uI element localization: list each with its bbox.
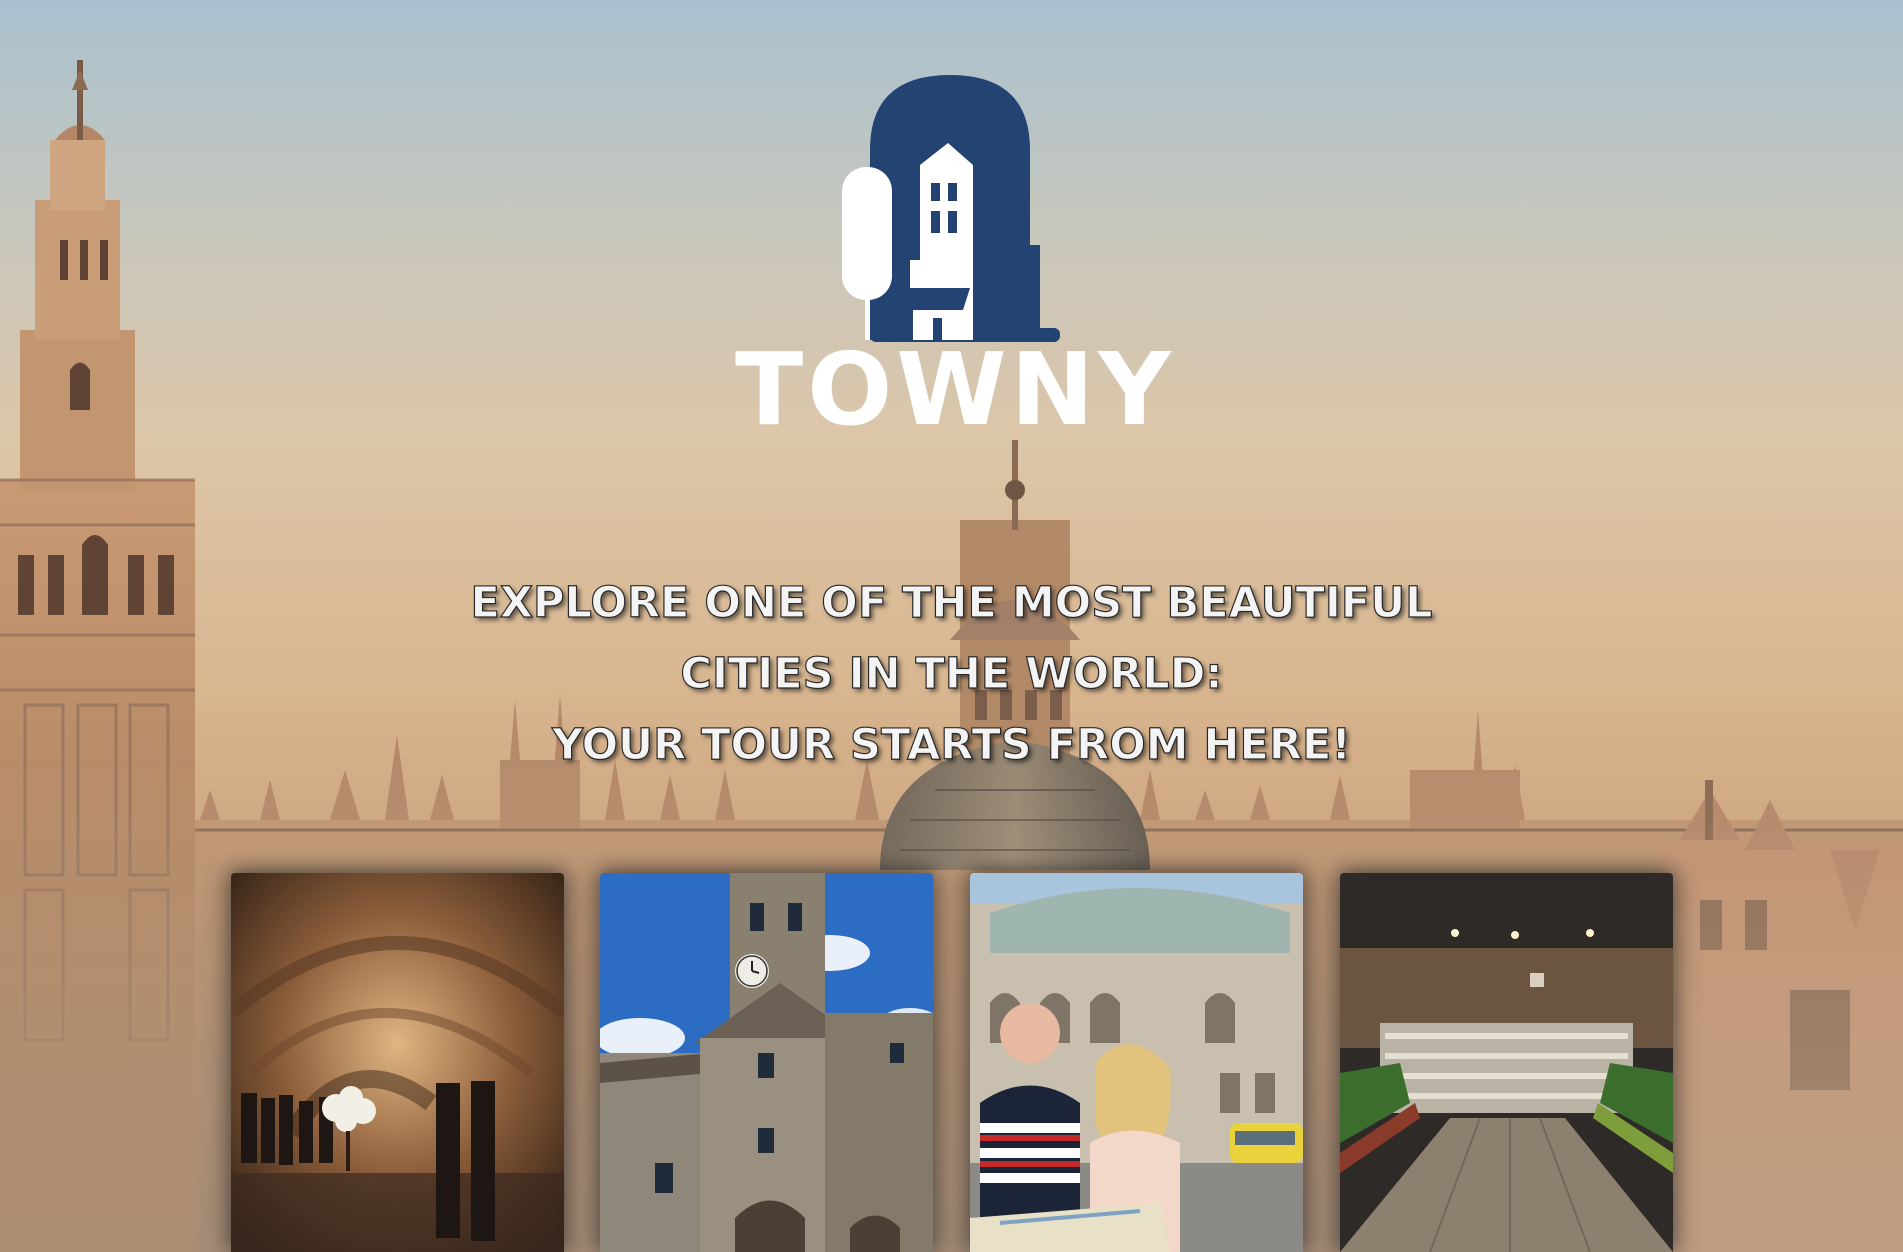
- headline-line-2: CITIES IN THE WORLD:: [680, 648, 1223, 699]
- hero-headline: EXPLORE ONE OF THE MOST BEAUTIFUL CITIES…: [400, 568, 1503, 781]
- card-wine-cellar[interactable]: [231, 873, 564, 1252]
- supermarket-interior-image: [1340, 873, 1673, 1252]
- headline-line-3: YOUR TOUR STARTS FROM HERE!: [551, 719, 1351, 770]
- stone-clock-tower-image: [600, 873, 933, 1252]
- card-city-tour[interactable]: [970, 873, 1303, 1252]
- tourists-with-map-image: [970, 873, 1303, 1252]
- wine-cellar-event-image: [231, 873, 564, 1252]
- card-clock-tower[interactable]: [600, 873, 933, 1252]
- card-supermarket[interactable]: [1340, 873, 1673, 1252]
- brand-wordmark[interactable]: TOWNY: [735, 340, 1171, 440]
- headline-line-1: EXPLORE ONE OF THE MOST BEAUTIFUL: [470, 577, 1433, 628]
- landing-page: TOWNY EXPLORE ONE OF THE MOST BEAUTIFUL …: [0, 0, 1903, 1252]
